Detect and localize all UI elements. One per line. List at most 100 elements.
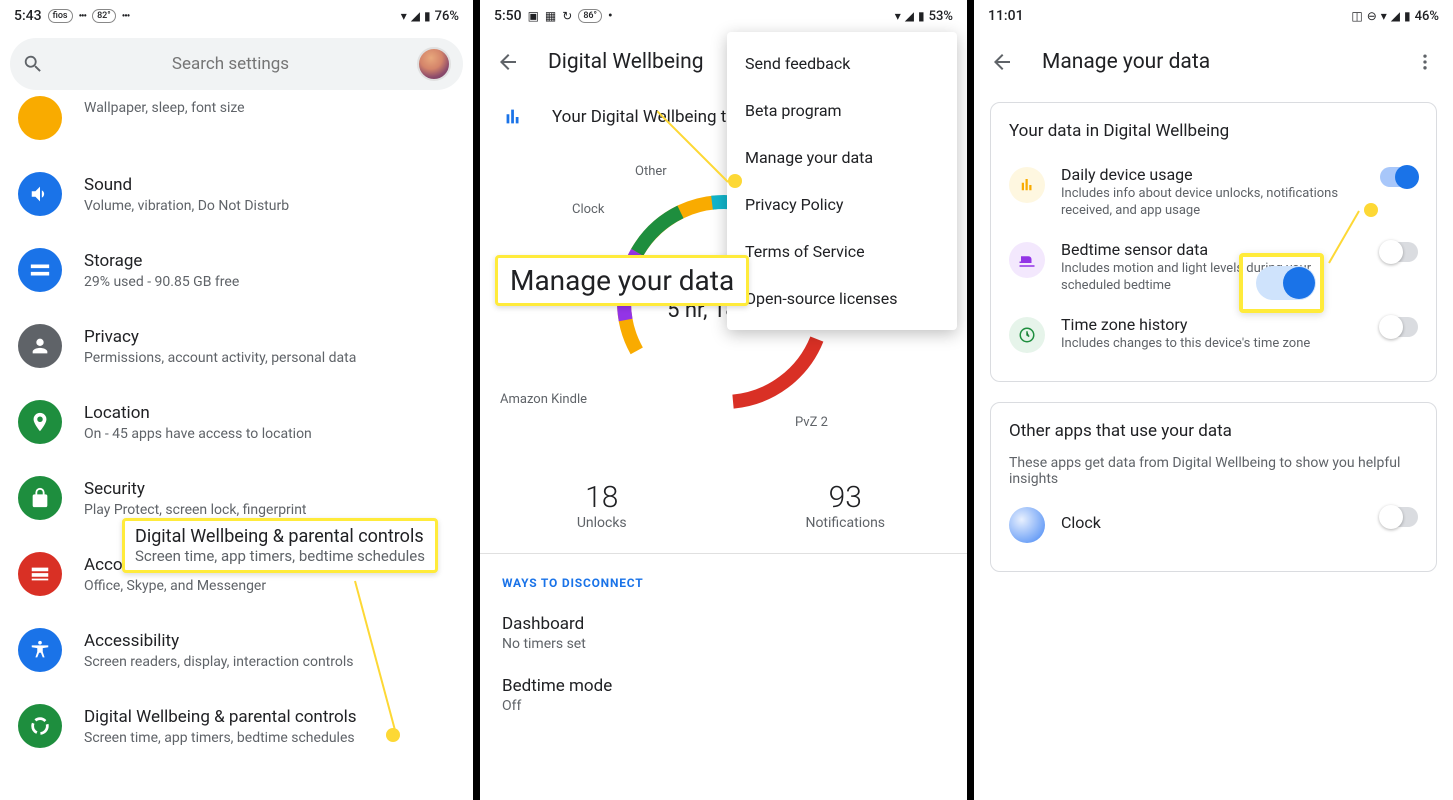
image-icon: ▣	[528, 9, 539, 23]
stat-label: Notifications	[724, 515, 968, 531]
callout-title: Digital Wellbeing & parental controls	[135, 526, 425, 547]
sync-icon: ↻	[562, 9, 572, 23]
wifi-icon: ▾	[895, 9, 901, 23]
list-item[interactable]: SoundVolume, vibration, Do Not Disturb	[0, 156, 473, 232]
card-title: Your data in Digital Wellbeing	[1009, 121, 1418, 141]
search-icon	[22, 53, 44, 75]
page-title: Digital Wellbeing	[548, 50, 703, 74]
dots-icon: •••	[79, 11, 87, 22]
menu-item[interactable]: Terms of Service	[727, 228, 957, 275]
highlight-callout: Digital Wellbeing & parental controls Sc…	[122, 518, 438, 573]
location-icon	[18, 400, 62, 444]
list-item[interactable]: LocationOn - 45 apps have access to loca…	[0, 384, 473, 460]
chart-label: Amazon Kindle	[500, 392, 587, 407]
stats-row: 18 Unlocks 93 Notifications	[480, 462, 967, 553]
screen-digital-wellbeing: 5:50 ▣ ▦ ↻ 86° • ▾ ◢ ▮ 53% Digital Wellb…	[480, 0, 974, 800]
list-item[interactable]: Digital Wellbeing & parental controlsScr…	[0, 688, 473, 764]
vibrate-icon: ◫	[1351, 9, 1362, 23]
highlight-dot	[728, 174, 742, 188]
card-other-apps: Other apps that use your data These apps…	[990, 402, 1437, 572]
status-time: 5:43	[14, 8, 42, 24]
stat-notifications[interactable]: 93 Notifications	[724, 480, 968, 531]
signal-icon: ◢	[905, 9, 914, 23]
item-title: Sound	[84, 174, 455, 196]
menu-item[interactable]: Open-source licenses	[727, 275, 957, 322]
accessibility-icon	[18, 628, 62, 672]
stat-unlocks[interactable]: 18 Unlocks	[480, 480, 724, 531]
data-row-bedtime[interactable]: Bedtime sensor dataIncludes motion and l…	[1009, 230, 1418, 305]
list-item[interactable]: PrivacyPermissions, account activity, pe…	[0, 308, 473, 384]
toggle-bedtime[interactable]	[1380, 242, 1418, 262]
status-chip: fios	[48, 9, 73, 23]
highlight-dot	[386, 728, 400, 742]
menu-item[interactable]: Beta program	[727, 87, 957, 134]
back-button[interactable]	[496, 50, 520, 74]
toggle-timezone[interactable]	[1380, 317, 1418, 337]
menu-bedtime[interactable]: Bedtime mode Off	[480, 664, 967, 726]
highlight-toggle	[1256, 266, 1316, 300]
battery-icon: ▮	[918, 9, 925, 23]
signal-icon: ◢	[1391, 9, 1400, 23]
data-row-clock-app[interactable]: Clock	[1009, 495, 1418, 553]
data-row-usage[interactable]: Daily device usageIncludes info about de…	[1009, 155, 1418, 230]
storage-icon	[18, 248, 62, 292]
item-sub: Screen readers, display, interaction con…	[84, 653, 455, 671]
calendar-icon: ▦	[545, 9, 556, 23]
card-your-data: Your data in Digital Wellbeing Daily dev…	[990, 102, 1437, 382]
dot-icon: •	[608, 9, 613, 24]
callout-text: Manage your data	[510, 264, 734, 297]
status-temp: 86°	[578, 9, 602, 23]
item-sub: On - 45 apps have access to location	[84, 425, 455, 443]
app-header: Manage your data	[974, 32, 1453, 92]
avatar[interactable]	[417, 47, 451, 81]
search-bar[interactable]	[10, 38, 463, 90]
data-title: Clock	[1061, 513, 1364, 532]
battery-percent: 76%	[435, 9, 459, 24]
item-sub: Wallpaper, sleep, font size	[84, 99, 455, 117]
item-sub: Volume, vibration, Do Not Disturb	[84, 197, 455, 215]
highlight-callout: Manage your data	[495, 255, 749, 306]
search-input[interactable]	[56, 54, 405, 74]
menu-sub: No timers set	[502, 636, 945, 652]
list-item[interactable]: Wallpaper, sleep, font size	[0, 96, 473, 156]
menu-sub: Off	[502, 698, 945, 714]
section-title: WAYS TO DISCONNECT	[480, 554, 967, 602]
data-sub: Includes info about device unlocks, noti…	[1061, 186, 1364, 220]
menu-item[interactable]: Manage your data	[727, 134, 957, 181]
overflow-menu: Send feedback Beta program Manage your d…	[727, 32, 957, 330]
toggle-clock[interactable]	[1380, 507, 1418, 527]
data-sub: Includes changes to this device's time z…	[1061, 336, 1364, 353]
item-sub: Office, Skype, and Messenger	[84, 577, 455, 595]
screen-settings: 5:43 fios ••• 82° ••• ▾ ◢ ▮ 76% Wallpape…	[0, 0, 480, 800]
chart-label: PvZ 2	[795, 415, 828, 430]
stat-num: 18	[480, 480, 724, 515]
menu-title: Dashboard	[502, 614, 945, 634]
settings-list: Wallpaper, sleep, font size SoundVolume,…	[0, 96, 473, 800]
status-time: 11:01	[988, 8, 1024, 24]
status-bar: 11:01 ◫ ⊖ ▾ ◢ ▮ 46%	[974, 0, 1453, 32]
data-row-timezone[interactable]: Time zone historyIncludes changes to thi…	[1009, 305, 1418, 363]
battery-icon: ▮	[1404, 9, 1411, 23]
item-title: Storage	[84, 250, 455, 272]
sound-icon	[18, 172, 62, 216]
back-button[interactable]	[990, 50, 1014, 74]
toggle-usage[interactable]	[1380, 167, 1418, 187]
list-item[interactable]: Storage29% used - 90.85 GB free	[0, 232, 473, 308]
list-item[interactable]: AccessibilityScreen readers, display, in…	[0, 612, 473, 688]
menu-title: Bedtime mode	[502, 676, 945, 696]
menu-dashboard[interactable]: Dashboard No timers set	[480, 602, 967, 664]
accounts-icon	[18, 552, 62, 596]
item-title: Digital Wellbeing & parental controls	[84, 706, 455, 728]
dnd-icon: ⊖	[1367, 9, 1377, 23]
wellbeing-icon	[18, 704, 62, 748]
privacy-icon	[18, 324, 62, 368]
callout-sub: Screen time, app timers, bedtime schedul…	[135, 547, 425, 565]
chart-label: Other	[635, 164, 667, 179]
status-bar: 5:50 ▣ ▦ ↻ 86° • ▾ ◢ ▮ 53%	[480, 0, 967, 32]
menu-item[interactable]: Privacy Policy	[727, 181, 957, 228]
dots-icon: •••	[122, 11, 130, 22]
menu-item[interactable]: Send feedback	[727, 40, 957, 87]
more-button[interactable]	[1413, 52, 1437, 72]
item-title: Security	[84, 478, 455, 500]
stat-label: Unlocks	[480, 515, 724, 531]
